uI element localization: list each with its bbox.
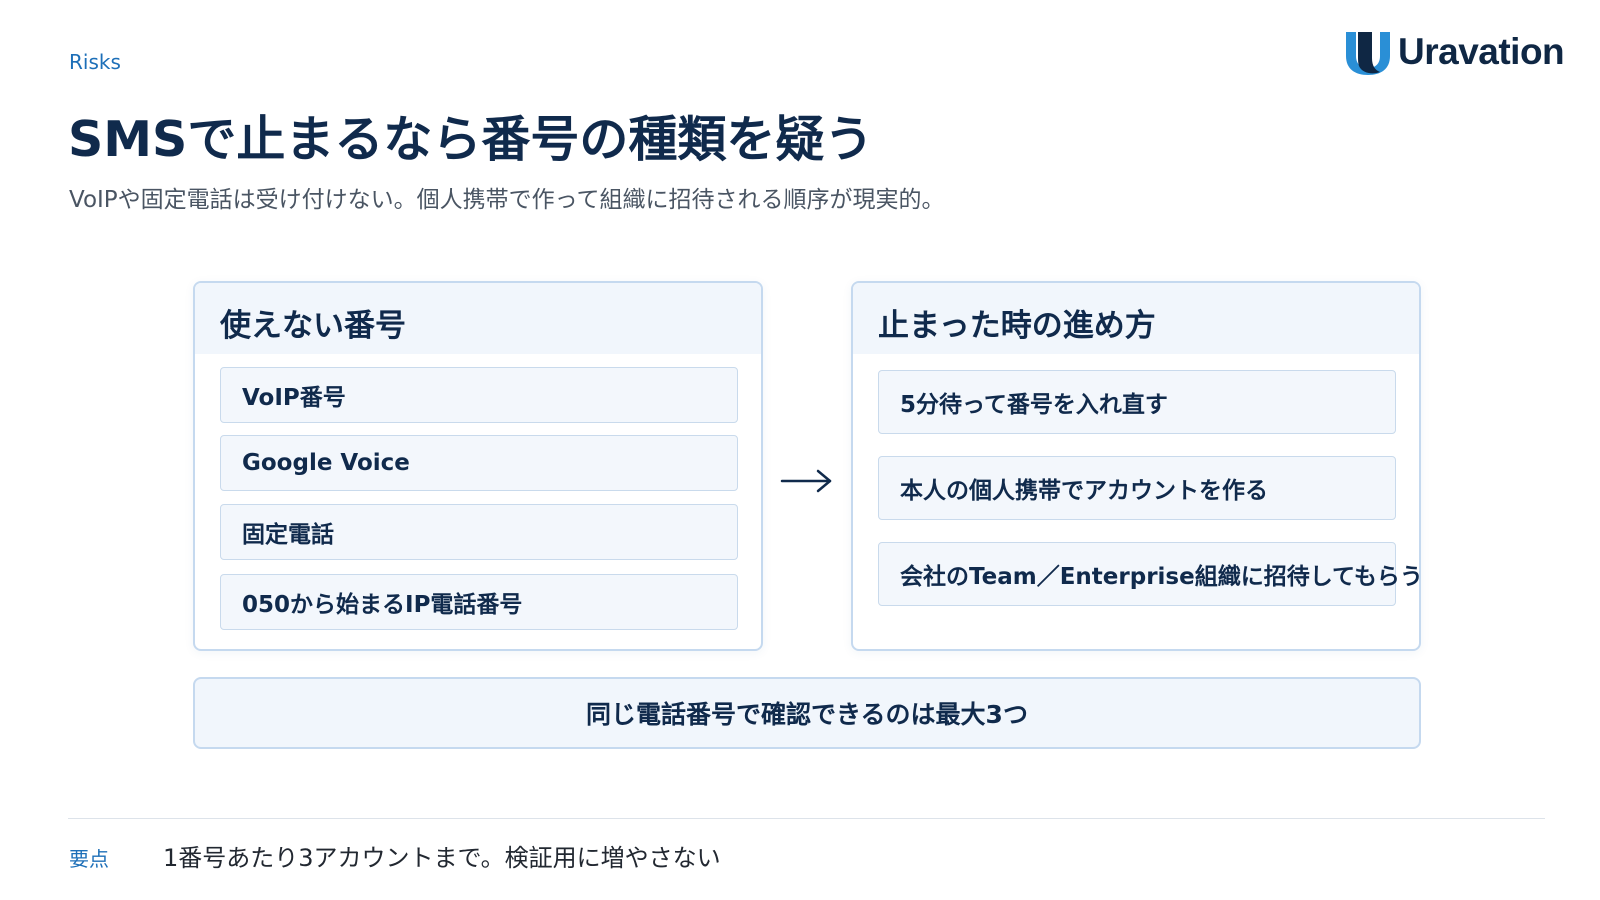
uravation-u-logo-icon bbox=[1346, 32, 1390, 75]
unusable-numbers-card: 使えない番号 VoIP番号 Google Voice 固定電話 050から始まる… bbox=[193, 281, 763, 651]
list-item: 本人の個人携帯でアカウントを作る bbox=[878, 456, 1396, 520]
when-stuck-card: 止まった時の進め方 5分待って番号を入れ直す 本人の個人携帯でアカウントを作る … bbox=[851, 281, 1423, 651]
list-item: Google Voice bbox=[220, 435, 738, 491]
card-heading: 止まった時の進め方 bbox=[853, 283, 1419, 354]
page-subtitle: VoIPや固定電話は受け付けない。個人携帯で作って組織に招待される順序が現実的。 bbox=[69, 187, 945, 213]
list-item: 050から始まるIP電話番号 bbox=[220, 574, 738, 630]
brand-logo: Uravation bbox=[1342, 28, 1565, 76]
key-point-text: 1番号あたり3アカウントまで。検証用に増やさない bbox=[163, 844, 721, 872]
limit-note: 同じ電話番号で確認できるのは最大3つ bbox=[193, 677, 1421, 749]
list-item: VoIP番号 bbox=[220, 367, 738, 423]
divider bbox=[68, 818, 1545, 819]
key-point-label: 要点 bbox=[69, 847, 109, 871]
slide: Risks Uravation SMSで止まるなら番号の種類を疑う VoIPや固… bbox=[0, 0, 1600, 900]
page-title: SMSで止まるなら番号の種類を疑う bbox=[68, 111, 874, 168]
list-item: 5分待って番号を入れ直す bbox=[878, 370, 1396, 434]
right-arrow-icon bbox=[780, 469, 832, 493]
section-tag: Risks bbox=[69, 50, 121, 74]
list-item: 固定電話 bbox=[220, 504, 738, 560]
card-heading: 使えない番号 bbox=[195, 283, 761, 354]
logo-text: Uravation bbox=[1398, 31, 1565, 72]
list-item: 会社のTeam／Enterprise組織に招待してもらう bbox=[878, 542, 1423, 606]
